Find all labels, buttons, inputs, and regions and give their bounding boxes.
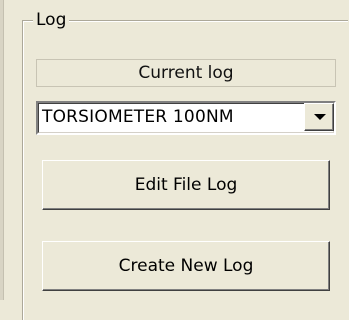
create-new-log-button[interactable]: Create New Log [42,241,330,291]
edit-file-log-button[interactable]: Edit File Log [42,160,330,210]
chevron-down-icon [314,114,326,120]
log-select-value: TORSIOMETER 100NM [42,107,234,127]
panel-left-edge [0,0,4,300]
current-log-label: Current log [36,59,336,87]
log-select-dropdown-button[interactable] [304,103,334,131]
log-groupbox-title: Log [33,11,70,29]
log-select[interactable]: TORSIOMETER 100NM [36,101,336,135]
